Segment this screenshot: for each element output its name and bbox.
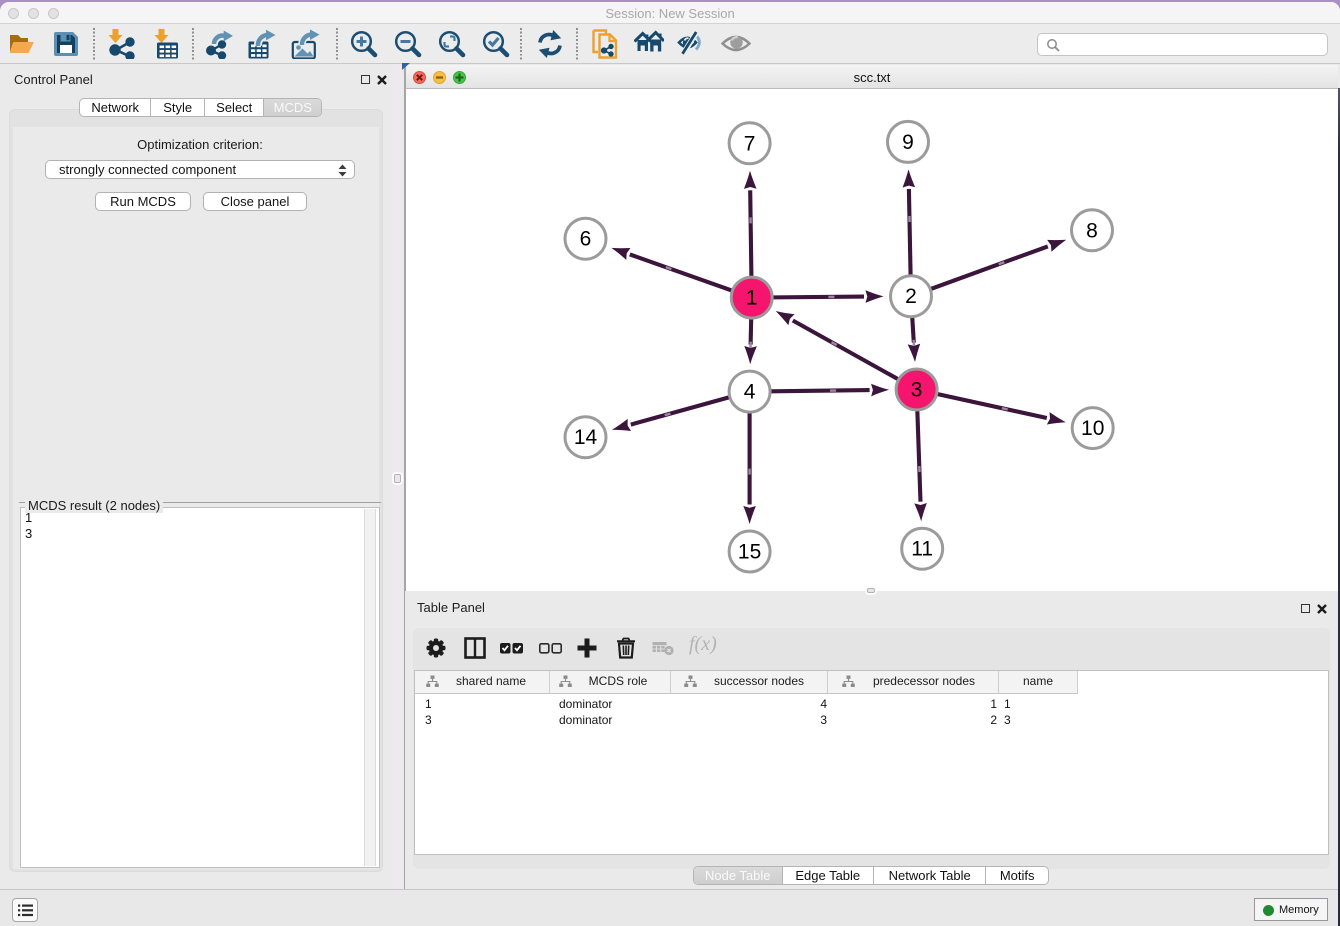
- svg-text:2: 2: [905, 285, 917, 308]
- svg-text:14: 14: [574, 426, 598, 449]
- svg-text:4: 4: [744, 381, 756, 404]
- svg-text:6: 6: [580, 228, 592, 251]
- svg-text:3: 3: [911, 379, 923, 402]
- svg-text:9: 9: [902, 131, 914, 154]
- svg-text:7: 7: [744, 132, 756, 155]
- svg-text:10: 10: [1081, 417, 1104, 440]
- svg-text:15: 15: [738, 541, 761, 564]
- svg-text:1: 1: [746, 287, 758, 310]
- svg-text:8: 8: [1086, 219, 1098, 242]
- svg-text:11: 11: [911, 538, 933, 561]
